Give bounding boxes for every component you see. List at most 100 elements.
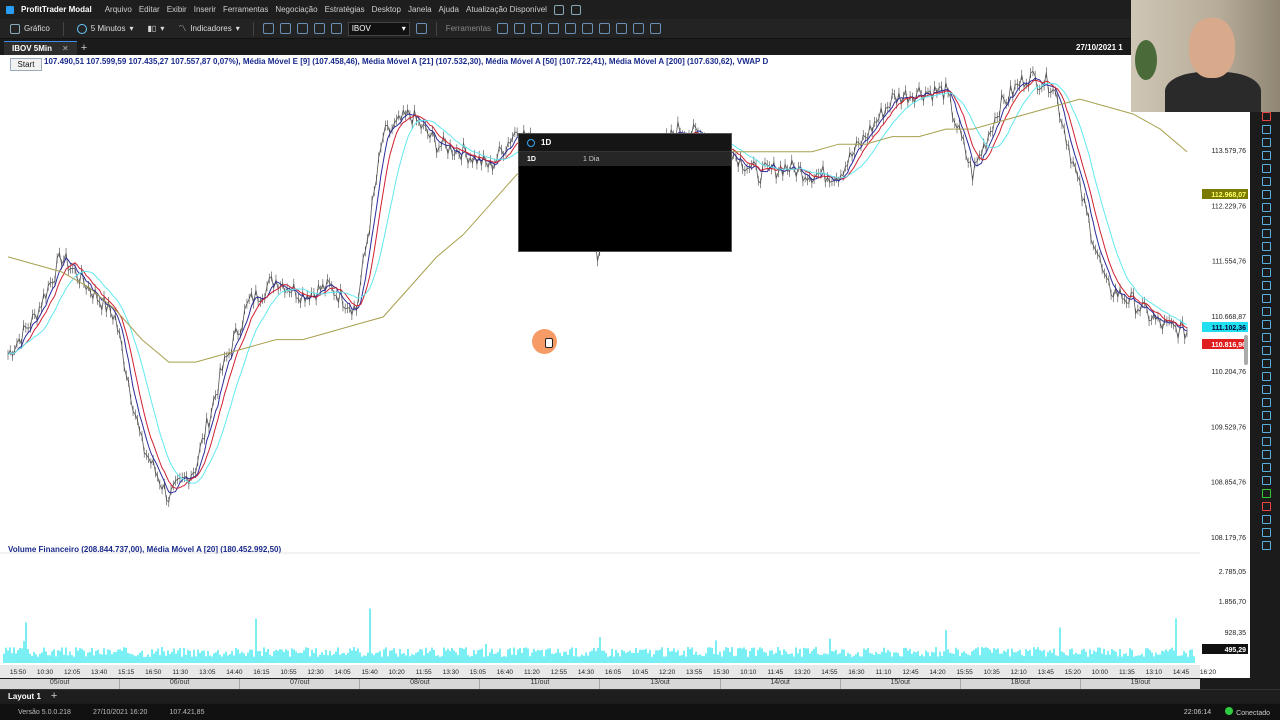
- time-tick-label: 16:50: [145, 669, 162, 676]
- link-icon[interactable]: [570, 4, 581, 15]
- flag-icon[interactable]: [1261, 411, 1271, 420]
- asset-selector[interactable]: IBOV ▾: [347, 21, 410, 36]
- refresh-icon[interactable]: [599, 23, 611, 34]
- start-button[interactable]: Start: [10, 58, 42, 71]
- ray-tool-icon[interactable]: [1261, 138, 1271, 147]
- triangle-icon[interactable]: [1261, 307, 1271, 316]
- time-tick-label: 14:40: [226, 669, 243, 676]
- zigzag-icon[interactable]: [1261, 372, 1271, 381]
- cycle-icon[interactable]: [1261, 281, 1271, 290]
- rectangle-icon[interactable]: [1261, 177, 1271, 186]
- align-icon[interactable]: [565, 23, 577, 34]
- magnet-tool-icon[interactable]: [1261, 346, 1271, 355]
- channel-icon[interactable]: [1261, 190, 1271, 199]
- result-description: 1 Dia: [583, 155, 600, 163]
- text-icon[interactable]: [548, 23, 560, 34]
- menu-ajuda[interactable]: Ajuda: [439, 5, 459, 14]
- time-tick-label: 13:05: [199, 669, 216, 676]
- undo-icon[interactable]: [1261, 528, 1271, 537]
- time-tick-label: 15:55: [956, 669, 973, 676]
- menu-desktop[interactable]: Desktop: [372, 5, 401, 14]
- lock-icon[interactable]: [1261, 463, 1271, 472]
- marker-icon[interactable]: [1261, 398, 1271, 407]
- fibonacci-icon[interactable]: [1261, 203, 1271, 212]
- ruler-icon[interactable]: [1261, 515, 1271, 524]
- menu-editar[interactable]: Editar: [139, 5, 160, 14]
- menu-janela[interactable]: Janela: [408, 5, 432, 14]
- tab-ibov-5min[interactable]: IBOV 5Min ✕: [4, 40, 77, 55]
- alarm-icon[interactable]: [582, 23, 594, 34]
- r-tool-icon[interactable]: [1261, 437, 1271, 446]
- gann-icon[interactable]: [1261, 268, 1271, 277]
- drawing-tools-panel: [1256, 112, 1276, 632]
- menu-estrategias[interactable]: Estratégias: [325, 5, 365, 14]
- interval-dropdown[interactable]: 5 Minutos ▾: [73, 23, 138, 34]
- chart-datestamp: 27/10/2021 1: [1076, 43, 1123, 52]
- calculator-icon[interactable]: [497, 23, 509, 34]
- sell-arrow-icon[interactable]: [1261, 502, 1271, 511]
- app-title: ProfitTrader Modal: [21, 5, 92, 14]
- line-tool-icon[interactable]: [1261, 125, 1271, 134]
- add-layout-icon[interactable]: +: [51, 690, 57, 702]
- drawing-icon[interactable]: [531, 23, 543, 34]
- chart-icon: [10, 23, 20, 34]
- magnet-icon[interactable]: [616, 23, 628, 34]
- measure-icon[interactable]: [1261, 255, 1271, 264]
- arrow-tool-icon[interactable]: [1261, 242, 1271, 251]
- pitchfork-icon[interactable]: [1261, 216, 1271, 225]
- horizontal-line-icon[interactable]: [1261, 151, 1271, 160]
- volume-tick-label: 2.785,05: [1219, 569, 1246, 576]
- status-bar: Versão 5.0.0.218 27/10/2021 16:20 107.42…: [0, 704, 1280, 720]
- app-logo-icon: [6, 5, 14, 14]
- price-alert-icon[interactable]: [1261, 450, 1271, 459]
- strategy-icon[interactable]: [633, 23, 645, 34]
- time-tick-label: 13:30: [443, 669, 460, 676]
- polyline-icon[interactable]: [1261, 320, 1271, 329]
- menu-inserir[interactable]: Inserir: [194, 5, 216, 14]
- menu-negociacao[interactable]: Negociação: [275, 5, 317, 14]
- zoom-in-icon[interactable]: [262, 23, 274, 34]
- ellipse-icon[interactable]: [1261, 294, 1271, 303]
- layout-grid-icon[interactable]: [330, 23, 342, 34]
- price-scale-handle[interactable]: [1244, 335, 1248, 365]
- range-icon[interactable]: [1261, 424, 1271, 433]
- vertical-line-icon[interactable]: [1261, 164, 1271, 173]
- cross-icon[interactable]: [1261, 385, 1271, 394]
- chart-button[interactable]: Gráfico: [6, 23, 54, 34]
- price-tick-label: 110.668,87: [1211, 314, 1246, 321]
- search-input[interactable]: 1D: [519, 134, 731, 152]
- add-tab-icon[interactable]: +: [81, 42, 87, 54]
- time-tick-label: 11:45: [767, 669, 783, 676]
- close-icon[interactable]: ✕: [62, 44, 69, 53]
- list-icon[interactable]: [415, 23, 427, 34]
- price-badge-label: 111.102,36: [1212, 325, 1246, 332]
- crosshair-icon[interactable]: [514, 23, 526, 34]
- search-icon: [527, 138, 535, 147]
- menu-exibir[interactable]: Exibir: [167, 5, 187, 14]
- menu-atualizacao[interactable]: Atualização Disponível: [466, 5, 547, 14]
- gear-icon[interactable]: [650, 23, 662, 34]
- price-tick-label: 111.554,76: [1212, 259, 1246, 266]
- tab-label: IBOV 5Min: [12, 43, 53, 53]
- delete-drawing-icon[interactable]: [1261, 112, 1271, 121]
- time-tick-label: 14:05: [334, 669, 351, 676]
- time-tick-label: 13:10: [1146, 669, 1163, 676]
- layout-tab[interactable]: Layout 1: [8, 692, 41, 701]
- text-tool-icon[interactable]: [1261, 229, 1271, 238]
- menu-arquivo[interactable]: Arquivo: [105, 5, 132, 14]
- menu-ferramentas[interactable]: Ferramentas: [223, 5, 268, 14]
- brush-icon[interactable]: [1261, 333, 1271, 342]
- search-result-item[interactable]: 1D 1 Dia: [519, 152, 731, 166]
- redo-icon[interactable]: [1261, 541, 1271, 550]
- visibility-icon[interactable]: [1261, 476, 1271, 485]
- zoom-out-icon[interactable]: [279, 23, 291, 34]
- notification-icon[interactable]: [553, 4, 564, 15]
- regression-icon[interactable]: [1261, 359, 1271, 368]
- chart-type-dropdown[interactable]: ▮▯ ▾: [144, 24, 169, 33]
- buy-arrow-icon[interactable]: [1261, 489, 1271, 498]
- tools-label: Ferramentas: [445, 24, 492, 33]
- zoom-reset-icon[interactable]: [313, 23, 325, 34]
- date-tick-label: 06/out: [120, 679, 241, 689]
- indicators-dropdown[interactable]: 〽 Indicadores ▾: [174, 23, 243, 34]
- zoom-fit-icon[interactable]: [296, 23, 308, 34]
